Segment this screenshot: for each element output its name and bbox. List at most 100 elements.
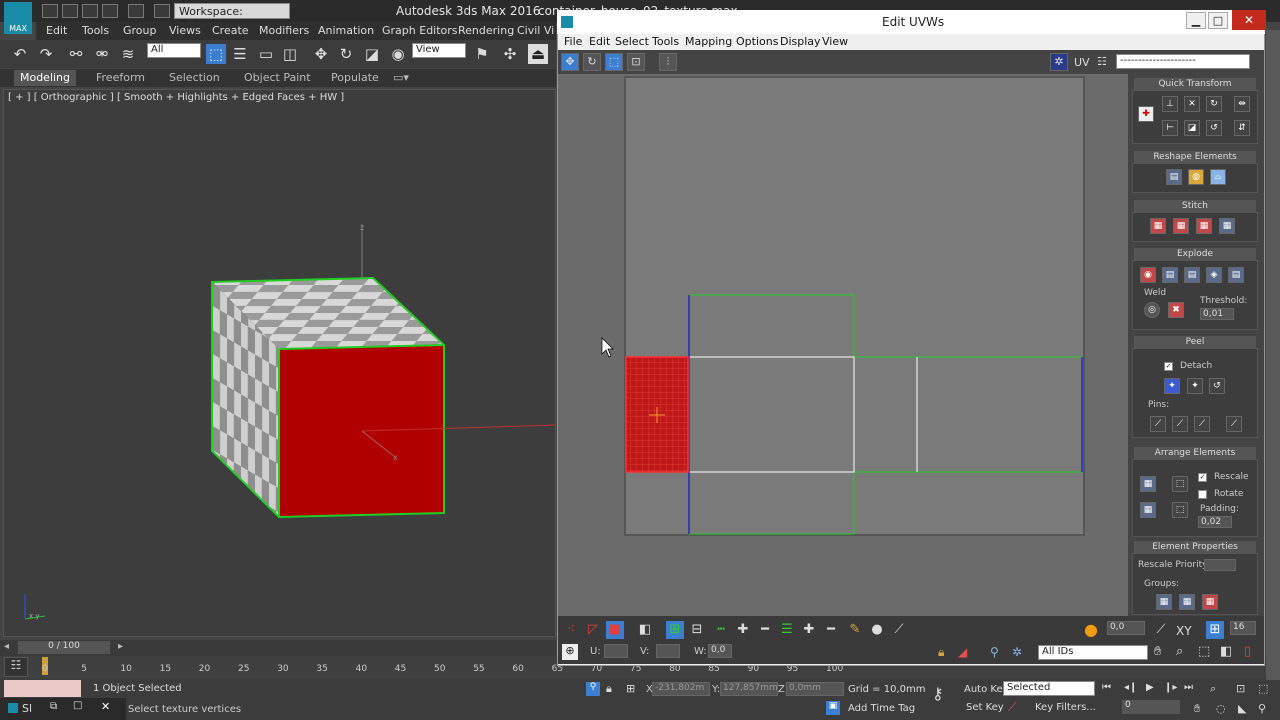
play-icon[interactable]: ▶: [1146, 682, 1154, 693]
grow-selection-icon[interactable]: ⊞: [666, 621, 684, 639]
select-group-icon[interactable]: ▦: [1202, 594, 1218, 610]
pack-normalize-icon[interactable]: ▦: [1140, 502, 1156, 518]
pan-view-icon[interactable]: ✋︎: [1194, 702, 1200, 716]
uvw-menu-view[interactable]: View: [822, 35, 848, 48]
threshold-spinner[interactable]: 0,01: [1200, 308, 1234, 320]
pin-selected-icon[interactable]: ⟋: [1172, 416, 1188, 432]
uv-zoom-extents-icon[interactable]: ◧: [1220, 644, 1232, 659]
rollout-element-props-header[interactable]: Element Properties: [1134, 541, 1256, 553]
uv-space-label[interactable]: UV: [1074, 56, 1090, 69]
hold-icon[interactable]: [154, 4, 170, 18]
uvw-move-icon[interactable]: ✥: [561, 53, 579, 71]
grid-snap-spinner[interactable]: 16: [1230, 621, 1256, 635]
hide-icon[interactable]: ◢: [958, 645, 967, 659]
uv-show-grid-icon[interactable]: ▯: [1244, 644, 1251, 659]
set-pivot-icon[interactable]: ✚: [1138, 106, 1154, 122]
rotate-plus-90-icon[interactable]: ↻: [1206, 96, 1222, 112]
absolute-mode-icon[interactable]: ⊞: [626, 682, 635, 695]
rotate-checkbox[interactable]: [1198, 490, 1207, 499]
material-id-filter-dropdown[interactable]: All IDs: [1038, 645, 1148, 660]
app-logo-button[interactable]: MAX: [4, 2, 32, 34]
shrink-loop-icon[interactable]: ━: [756, 621, 774, 639]
set-key-button[interactable]: Set Key: [966, 702, 1004, 713]
uvw-options-icon[interactable]: ☷: [1097, 55, 1107, 68]
time-tag-icon[interactable]: ▣: [826, 701, 840, 715]
shrink-brush-icon[interactable]: ⟋: [890, 621, 908, 639]
stitch-average-icon[interactable]: ▦: [1196, 218, 1212, 234]
workspace-dropdown[interactable]: Workspace: Default: [174, 3, 290, 31]
select-manipulate-icon[interactable]: ✣: [500, 44, 520, 64]
rotate-minus-90-icon[interactable]: ↺: [1206, 120, 1222, 136]
auto-key-button[interactable]: Auto Key: [964, 684, 1009, 695]
uv-zoom-icon[interactable]: ⌕: [1176, 644, 1183, 659]
shrink-selection-icon[interactable]: ⊟: [688, 621, 706, 639]
key-set-dropdown[interactable]: Selected: [1003, 681, 1095, 696]
texture-dropdown[interactable]: ---------------------: [1116, 54, 1250, 69]
uvw-menu-options[interactable]: Options: [736, 35, 778, 48]
keyboard-shortcut-icon[interactable]: ⏏: [528, 44, 548, 64]
lock-selection-icon[interactable]: 🔒︎: [938, 645, 944, 660]
ribbon-tab-freeform[interactable]: Freeform: [96, 71, 145, 84]
u-value-field[interactable]: [604, 644, 628, 658]
zoom-extents-icon[interactable]: ⌕: [1210, 682, 1216, 696]
undo-icon[interactable]: ↶: [10, 44, 30, 64]
pack-together-icon[interactable]: ⬚: [1172, 476, 1188, 492]
detach-checkbox[interactable]: ✓: [1164, 362, 1173, 371]
walk-through-icon[interactable]: ⚲: [1258, 702, 1266, 715]
rollout-explode-header[interactable]: Explode: [1134, 248, 1256, 260]
peel-mode-icon[interactable]: ✦: [1187, 378, 1203, 394]
align-horizontal-icon[interactable]: ⊥: [1162, 96, 1178, 112]
unpin-selected-icon[interactable]: ⟋: [1194, 416, 1210, 432]
shrink-ring-icon[interactable]: ━: [822, 621, 840, 639]
uvw-menu-mapping[interactable]: Mapping: [685, 35, 732, 48]
next-frame-icon[interactable]: ▸: [118, 641, 123, 652]
maximize-viewport-icon[interactable]: ⬚: [1258, 682, 1268, 695]
soft-selection-icon[interactable]: ●: [1082, 621, 1100, 639]
menu-modifiers[interactable]: Modifiers: [259, 24, 309, 37]
rollout-peel-header[interactable]: Peel: [1134, 336, 1256, 348]
menu-views[interactable]: Views: [169, 24, 201, 37]
auto-pin-icon[interactable]: ⟋: [1226, 416, 1242, 432]
falloff-type-icon[interactable]: ⟋: [1152, 621, 1170, 639]
save-file-icon[interactable]: [82, 4, 98, 18]
taskbar-restore-icon[interactable]: ⧉: [50, 701, 57, 712]
key-filters-button[interactable]: Key Filters...: [1035, 702, 1096, 713]
absolute-offset-icon[interactable]: ⊕: [562, 644, 578, 660]
edit-pins-icon[interactable]: ⟋: [1150, 416, 1166, 432]
redo-icon[interactable]: ↷: [36, 44, 56, 64]
weld-target-icon[interactable]: ✖: [1168, 302, 1184, 318]
rect-selection-icon[interactable]: ▭: [256, 44, 276, 64]
edge-mode-icon[interactable]: ◸: [584, 621, 602, 639]
rollout-stitch-header[interactable]: Stitch: [1134, 200, 1256, 212]
align-to-edge-icon[interactable]: ◪: [1184, 120, 1200, 136]
spacing-vertical-icon[interactable]: ⇵: [1234, 120, 1250, 136]
padding-spinner[interactable]: 0,02: [1198, 516, 1232, 528]
rescale-checkbox[interactable]: ✓: [1198, 473, 1207, 482]
grow-loop-icon[interactable]: ✚: [734, 621, 752, 639]
uvw-menu-display[interactable]: Display: [780, 35, 821, 48]
v-value-field[interactable]: [656, 644, 680, 658]
current-frame-field[interactable]: 0: [1122, 700, 1180, 714]
quick-peel-icon[interactable]: ✦: [1164, 378, 1180, 394]
relax-icon[interactable]: ◍: [1188, 169, 1204, 185]
pack-rescale-icon[interactable]: ⬚: [1172, 502, 1188, 518]
flatten-by-angle-icon[interactable]: ▤: [1228, 267, 1244, 283]
snap-icon[interactable]: ⊞: [1206, 621, 1224, 639]
rollout-arrange-header[interactable]: Arrange Elements: [1134, 447, 1256, 459]
redo-quick-icon[interactable]: [128, 4, 144, 18]
minimize-button[interactable]: ▁: [1186, 12, 1206, 29]
explode-by-smoothing-icon[interactable]: ▤: [1162, 267, 1178, 283]
uv-zoom-region-icon[interactable]: ⬚: [1198, 644, 1210, 659]
menu-animation[interactable]: Animation: [318, 24, 374, 37]
x-coordinate-field[interactable]: -231,802m: [652, 682, 710, 696]
explode-by-polygon-icon[interactable]: ▤: [1184, 267, 1200, 283]
spacing-horizontal-icon[interactable]: ⇹: [1234, 96, 1250, 112]
new-file-icon[interactable]: [42, 4, 58, 18]
isolate-selection-icon[interactable]: ⚲: [586, 682, 600, 696]
menu-graph-editors[interactable]: Graph Editors: [382, 24, 458, 37]
uvw-freeform-icon[interactable]: ⊡: [627, 53, 645, 71]
select-element-icon[interactable]: ◧: [636, 621, 654, 639]
orbit-icon[interactable]: ◌: [1216, 702, 1226, 715]
move-icon[interactable]: ✥: [311, 44, 331, 64]
polygon-mode-icon[interactable]: ■: [606, 621, 624, 639]
